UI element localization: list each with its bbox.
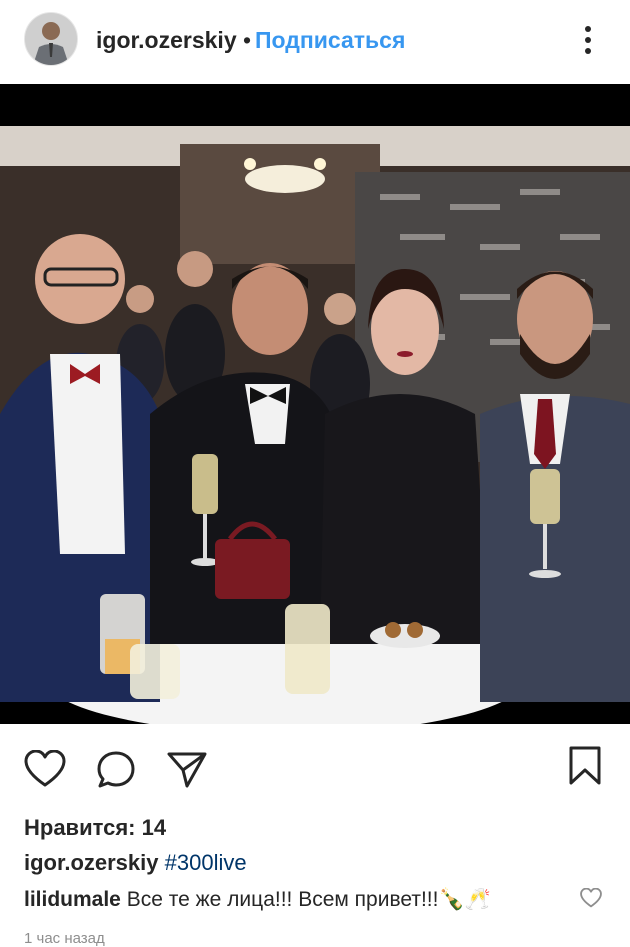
post-header: igor.ozerskiy • Подписаться	[0, 0, 630, 84]
more-icon[interactable]	[576, 20, 600, 60]
avatar[interactable]	[24, 12, 78, 66]
heart-icon[interactable]	[24, 749, 66, 793]
comment-item: lilidumale Все те же лица!!! Всем привет…	[24, 888, 584, 912]
comment-text: Все те же лица!!! Всем привет!!!🍾🥂	[126, 888, 491, 911]
share-icon[interactable]	[166, 750, 208, 795]
post-image	[0, 84, 630, 724]
separator-dot: •	[243, 27, 252, 53]
bookmark-icon[interactable]	[568, 746, 602, 791]
comment-username[interactable]: lilidumale	[24, 888, 121, 911]
caption-username[interactable]: igor.ozerskiy	[24, 850, 159, 875]
post-photo[interactable]	[0, 84, 630, 724]
likes-count[interactable]: Нравится: 14	[24, 815, 166, 841]
caption-hashtag[interactable]: #300live	[165, 850, 247, 875]
avatar-image	[25, 13, 77, 65]
comment-icon[interactable]	[96, 750, 136, 795]
post-timestamp: 1 час назад	[24, 930, 105, 947]
comment-like-heart-icon[interactable]	[580, 887, 602, 910]
follow-button[interactable]: Подписаться	[255, 27, 405, 54]
header-username[interactable]: igor.ozerskiy	[96, 27, 237, 54]
post-caption: igor.ozerskiy #300live	[24, 850, 247, 876]
action-bar	[0, 724, 630, 814]
